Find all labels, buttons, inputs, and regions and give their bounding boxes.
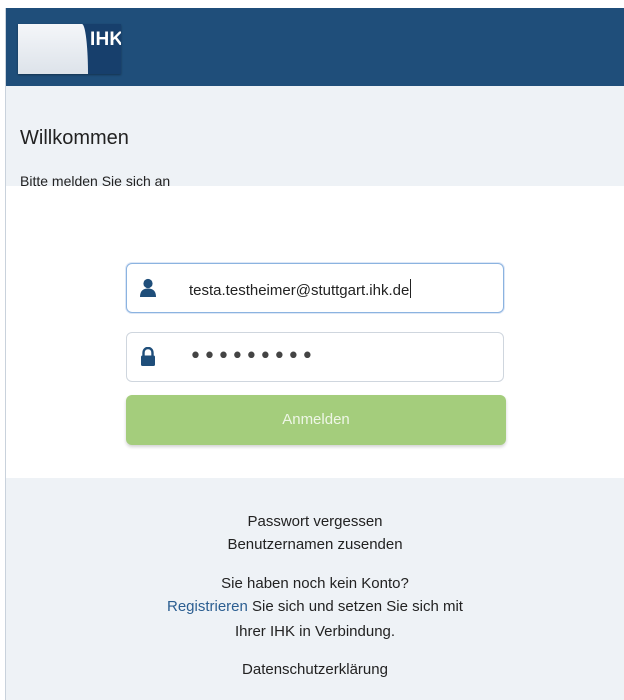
footer-section: Passwort vergessen Benutzernamen zusende… (6, 478, 624, 700)
register-text-2: Ihrer IHK in Verbindung. (234, 623, 396, 640)
welcome-section: Willkommen Bitte melden Sie sich an (6, 86, 624, 189)
ihk-logo[interactable]: IHK (18, 24, 121, 74)
password-value: ••••••••• (189, 344, 315, 369)
forgot-password-link[interactable]: Passwort vergessen (6, 513, 624, 530)
no-account-text: Sie haben noch kein Konto? (221, 575, 409, 592)
text-caret (410, 279, 412, 298)
login-button[interactable]: Anmelden (126, 395, 506, 445)
privacy-link[interactable]: Datenschutzerklärung (6, 661, 624, 678)
username-value: testa.testheimer@stuttgart.ihk.de (189, 279, 412, 299)
password-field[interactable]: ••••••••• (126, 332, 504, 382)
register-link[interactable]: Registrieren (167, 598, 248, 615)
lock-icon (139, 346, 157, 367)
user-icon (139, 278, 157, 298)
logo-swoosh (18, 24, 88, 74)
logo-text: IHK (90, 29, 121, 50)
register-line: Registrieren Sie sich und setzen Sie sic… (6, 598, 624, 615)
page-title: Willkommen (20, 127, 129, 149)
register-text: Sie sich und setzen Sie sich mit (247, 598, 463, 615)
header-bar: IHK (6, 8, 624, 86)
login-page: IHK Willkommen Bitte melden Sie sich an … (5, 8, 624, 700)
username-field[interactable]: testa.testheimer@stuttgart.ihk.de (126, 263, 504, 313)
send-username-link[interactable]: Benutzernamen zusenden (6, 536, 624, 553)
login-form: testa.testheimer@stuttgart.ihk.de ••••••… (6, 186, 624, 478)
